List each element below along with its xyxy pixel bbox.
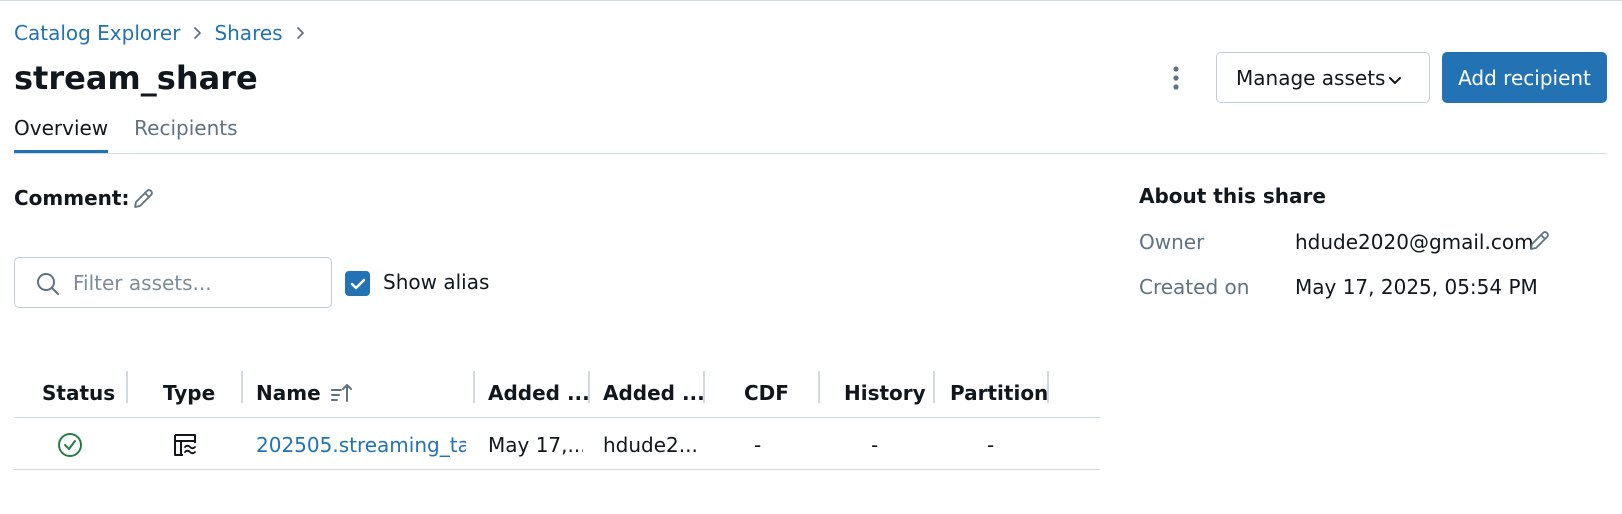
column-partition[interactable]: Partition xyxy=(950,378,1048,408)
show-alias-label: Show alias xyxy=(383,270,490,294)
breadcrumb-catalog-explorer[interactable]: Catalog Explorer xyxy=(14,21,180,45)
chevron-down-icon xyxy=(1387,69,1403,93)
tabs-divider xyxy=(14,153,1607,154)
breadcrumb-chevron-icon xyxy=(283,26,317,40)
created-on-label: Created on xyxy=(1139,275,1250,299)
show-alias-checkbox[interactable] xyxy=(345,271,370,296)
column-name-label: Name xyxy=(256,381,321,405)
asset-name[interactable]: 202505.streaming_ta... xyxy=(256,433,466,457)
breadcrumb-chevron-icon xyxy=(180,26,214,40)
cell-cdf: - xyxy=(754,433,762,457)
status-success-icon xyxy=(57,430,83,460)
column-divider[interactable] xyxy=(588,371,590,403)
search-icon xyxy=(35,271,61,301)
manage-assets-button[interactable]: Manage assets xyxy=(1216,52,1430,103)
filter-assets-input[interactable] xyxy=(73,268,323,298)
column-divider[interactable] xyxy=(241,371,243,403)
sort-ascending-icon[interactable] xyxy=(330,382,354,404)
cell-added-by: hdude2... xyxy=(603,433,698,457)
asset-name-link[interactable]: 202505.streaming_ta... xyxy=(256,430,466,460)
owner-value: hdude2020@gmail.com xyxy=(1295,230,1534,254)
column-divider[interactable] xyxy=(933,371,935,403)
column-divider[interactable] xyxy=(1047,371,1049,403)
column-history[interactable]: History xyxy=(844,378,926,408)
column-added-on[interactable]: Added ... xyxy=(488,378,590,408)
top-border xyxy=(0,0,1622,1)
table-header: Status Type Name Added ... Added ... CDF… xyxy=(14,368,1100,418)
tab-recipients[interactable]: Recipients xyxy=(134,110,237,154)
streaming-table-icon xyxy=(172,430,198,460)
checkmark-icon xyxy=(350,278,365,289)
about-share-heading: About this share xyxy=(1139,184,1326,208)
manage-assets-label: Manage assets xyxy=(1236,65,1386,90)
breadcrumb: Catalog Explorer Shares xyxy=(14,18,317,48)
breadcrumb-shares[interactable]: Shares xyxy=(214,21,282,45)
cell-partition: - xyxy=(987,433,995,457)
column-divider[interactable] xyxy=(703,371,705,403)
kebab-menu-icon[interactable] xyxy=(1160,60,1192,96)
add-recipient-button[interactable]: Add recipient xyxy=(1442,52,1607,103)
assets-table: Status Type Name Added ... Added ... CDF… xyxy=(14,368,1100,470)
created-on-value: May 17, 2025, 05:54 PM xyxy=(1295,275,1538,299)
pencil-icon[interactable] xyxy=(130,186,156,212)
cell-added-on: May 17,... xyxy=(488,433,583,457)
column-name[interactable]: Name xyxy=(256,378,354,408)
tab-bar: Overview Recipients xyxy=(14,110,264,154)
pencil-icon[interactable] xyxy=(1526,228,1552,254)
column-type[interactable]: Type xyxy=(163,378,215,408)
page-title: stream_share xyxy=(14,59,258,97)
comment-label: Comment: xyxy=(14,186,130,210)
column-divider[interactable] xyxy=(126,371,128,403)
column-status[interactable]: Status xyxy=(42,378,115,408)
owner-label: Owner xyxy=(1139,230,1205,254)
column-added-by[interactable]: Added ... xyxy=(603,378,705,408)
column-cdf[interactable]: CDF xyxy=(744,378,789,408)
tab-overview[interactable]: Overview xyxy=(14,110,109,154)
cell-history: - xyxy=(871,433,879,457)
filter-assets-field[interactable] xyxy=(14,257,332,308)
table-row: 202505.streaming_ta... May 17,... hdude2… xyxy=(14,418,1100,470)
column-divider[interactable] xyxy=(473,371,475,403)
column-divider[interactable] xyxy=(818,371,820,403)
